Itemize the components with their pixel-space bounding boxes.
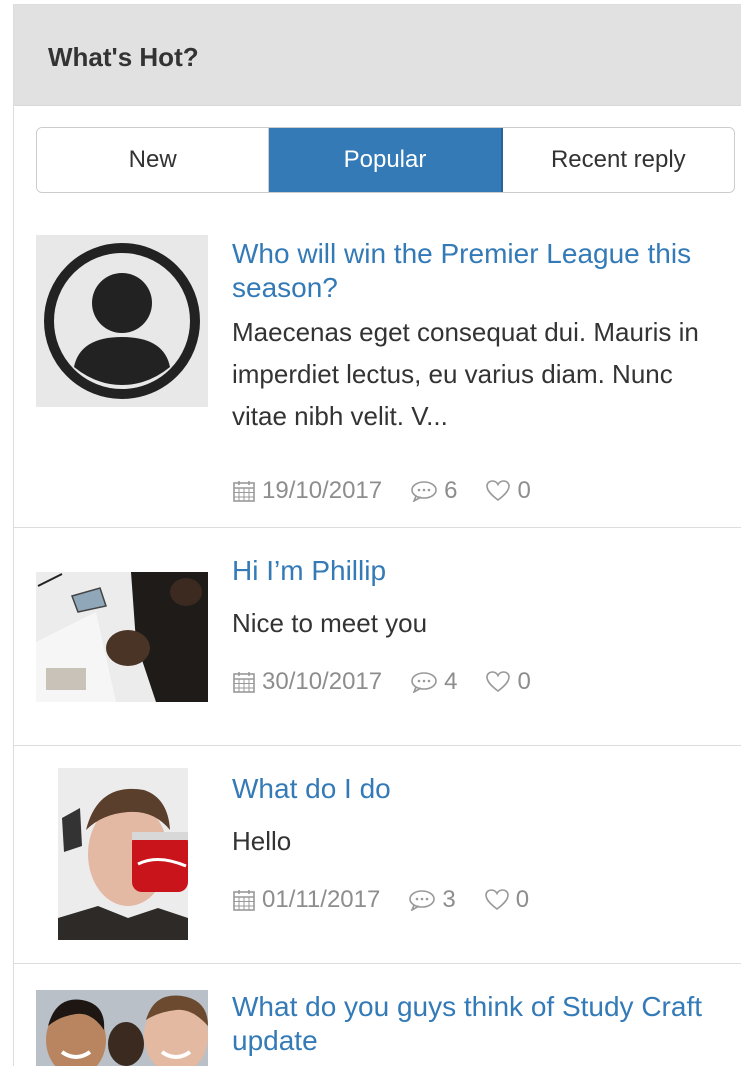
- panel-header: What's Hot?: [14, 5, 741, 106]
- post-date: 19/10/2017: [232, 477, 382, 505]
- heart-icon: [486, 671, 511, 693]
- post-likes[interactable]: 0: [485, 668, 531, 696]
- user-avatar-default[interactable]: [36, 235, 208, 407]
- post-comments: 3: [408, 886, 456, 914]
- post-date: 30/10/2017: [232, 668, 382, 696]
- post-meta: 01/11/2017 3 0: [232, 886, 557, 914]
- post-item: What do I do Hello 01/11/2017 3 0: [14, 746, 741, 964]
- calendar-icon: [233, 672, 255, 693]
- default-user-icon: [44, 243, 200, 399]
- post-title-link[interactable]: What do you guys think of Study Craft up…: [232, 990, 732, 1058]
- post-title-link[interactable]: Hi I’m Phillip: [232, 554, 732, 588]
- comment-count: 3: [442, 886, 456, 913]
- post-date: 01/11/2017: [232, 886, 380, 914]
- user-avatar-photo[interactable]: [58, 768, 188, 940]
- calendar-icon: [233, 890, 255, 911]
- comment-count: 4: [444, 668, 458, 695]
- post-item: Hi I’m Phillip Nice to meet you 30/10/20…: [14, 528, 741, 746]
- profile-photo-image: [58, 768, 188, 940]
- user-avatar-photo[interactable]: [36, 572, 208, 702]
- like-count: 0: [515, 886, 530, 913]
- post-title-link[interactable]: Who will win the Premier League this sea…: [232, 237, 732, 305]
- post-item: What do you guys think of Study Craft up…: [14, 964, 741, 1066]
- whats-hot-panel: What's Hot? New Popular Recent reply Who…: [13, 4, 741, 1066]
- profile-photo-image: [36, 990, 208, 1066]
- post-meta: 19/10/2017 6 0: [232, 477, 559, 505]
- post-date-text: 19/10/2017: [262, 477, 383, 504]
- post-comments: 6: [410, 477, 457, 505]
- comment-count: 6: [444, 477, 458, 504]
- tab-new[interactable]: New: [37, 128, 270, 192]
- calendar-icon: [233, 481, 255, 502]
- post-excerpt: Maecenas eget consequat dui. Mauris in i…: [232, 317, 699, 431]
- post-item: Who will win the Premier League this sea…: [14, 215, 741, 528]
- heart-icon: [484, 889, 509, 911]
- post-likes[interactable]: 0: [485, 477, 531, 505]
- post-meta: 30/10/2017 4 0: [232, 668, 559, 696]
- post-likes[interactable]: 0: [484, 886, 529, 914]
- sort-tabs: New Popular Recent reply: [36, 127, 735, 193]
- comment-icon: [409, 890, 436, 911]
- tab-popular[interactable]: Popular: [269, 128, 503, 192]
- like-count: 0: [517, 477, 531, 504]
- comment-icon: [411, 672, 437, 693]
- like-count: 0: [517, 668, 531, 695]
- post-excerpt: Hello: [232, 826, 292, 856]
- post-date-text: 30/10/2017: [262, 668, 383, 695]
- tab-recent-reply[interactable]: Recent reply: [502, 128, 734, 192]
- comment-icon: [411, 481, 437, 502]
- heart-icon: [486, 480, 511, 502]
- post-comments: 4: [410, 668, 457, 696]
- post-excerpt: Nice to meet you: [232, 608, 428, 638]
- profile-photo-image: [36, 572, 208, 702]
- post-title-link[interactable]: What do I do: [232, 772, 732, 806]
- post-date-text: 01/11/2017: [262, 886, 381, 913]
- user-avatar-photo[interactable]: [36, 990, 208, 1066]
- panel-title: What's Hot?: [48, 42, 199, 72]
